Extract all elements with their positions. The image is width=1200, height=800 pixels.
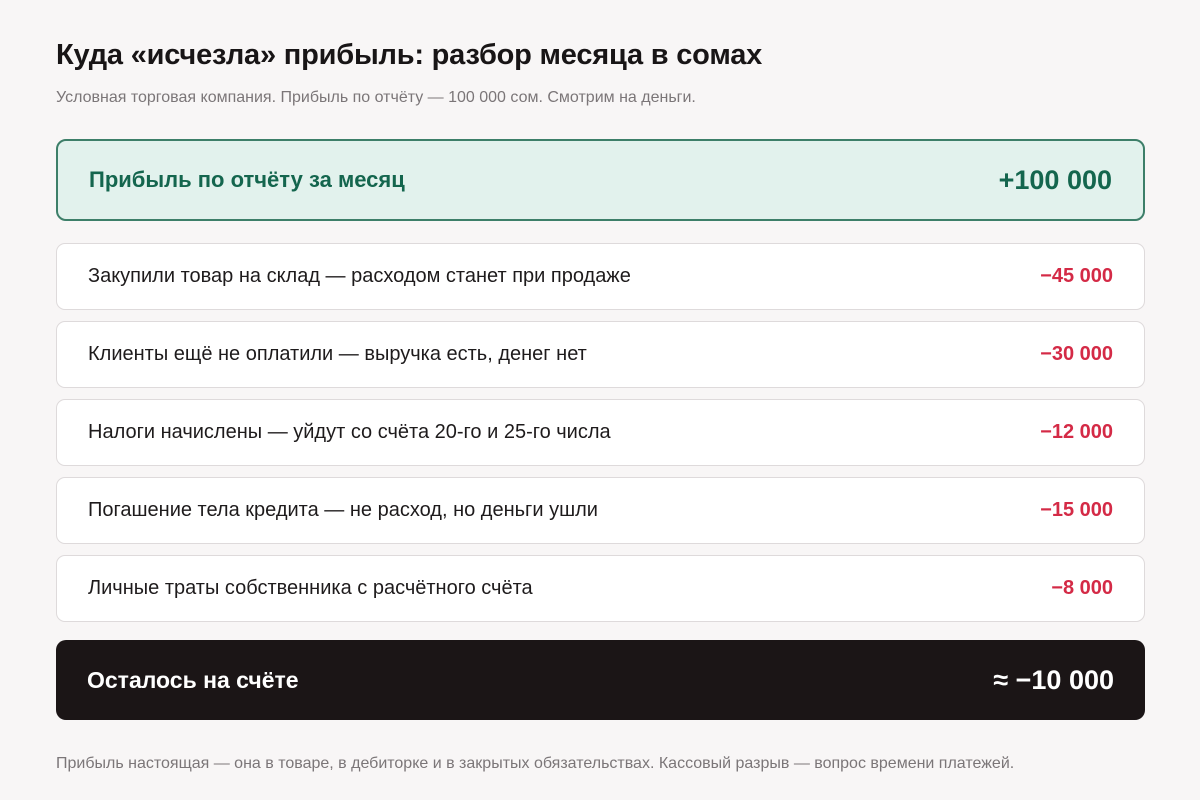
deduction-row: Налоги начислены — уйдут со счёта 20-го … (56, 399, 1145, 466)
deductions-list: Закупили товар на склад — расходом стане… (56, 243, 1145, 622)
footnote: Прибыль настоящая — она в товаре, в деби… (56, 755, 1015, 772)
deduction-label: Налоги начислены — уйдут со счёта 20-го … (88, 421, 611, 443)
deduction-value: −30 000 (1040, 343, 1113, 365)
deduction-row: Клиенты ещё не оплатили — выручка есть, … (56, 321, 1145, 388)
page: Куда «исчезла» прибыль: разбор месяца в … (0, 0, 1200, 800)
total-label: Осталось на счёте (87, 666, 299, 693)
page-title: Куда «исчезла» прибыль: разбор месяца в … (56, 39, 763, 71)
profit-card: Прибыль по отчёту за месяц +100 000 (56, 139, 1145, 221)
total-value: ≈ −10 000 (993, 664, 1114, 695)
deduction-value: −15 000 (1040, 499, 1113, 521)
profit-label: Прибыль по отчёту за месяц (89, 167, 405, 192)
deduction-label: Личные траты собственника с расчётного с… (88, 577, 533, 599)
deduction-label: Клиенты ещё не оплатили — выручка есть, … (88, 343, 587, 365)
total-card: Осталось на счёте ≈ −10 000 (56, 640, 1145, 720)
deduction-row: Закупили товар на склад — расходом стане… (56, 243, 1145, 310)
profit-value: +100 000 (998, 164, 1112, 195)
deduction-label: Закупили товар на склад — расходом стане… (88, 265, 631, 287)
deduction-value: −12 000 (1040, 421, 1113, 443)
deduction-value: −8 000 (1051, 577, 1113, 599)
deduction-value: −45 000 (1040, 265, 1113, 287)
page-subtitle: Условная торговая компания. Прибыль по о… (56, 89, 696, 106)
deduction-row: Личные траты собственника с расчётного с… (56, 555, 1145, 622)
deduction-label: Погашение тела кредита — не расход, но д… (88, 499, 598, 521)
deduction-row: Погашение тела кредита — не расход, но д… (56, 477, 1145, 544)
